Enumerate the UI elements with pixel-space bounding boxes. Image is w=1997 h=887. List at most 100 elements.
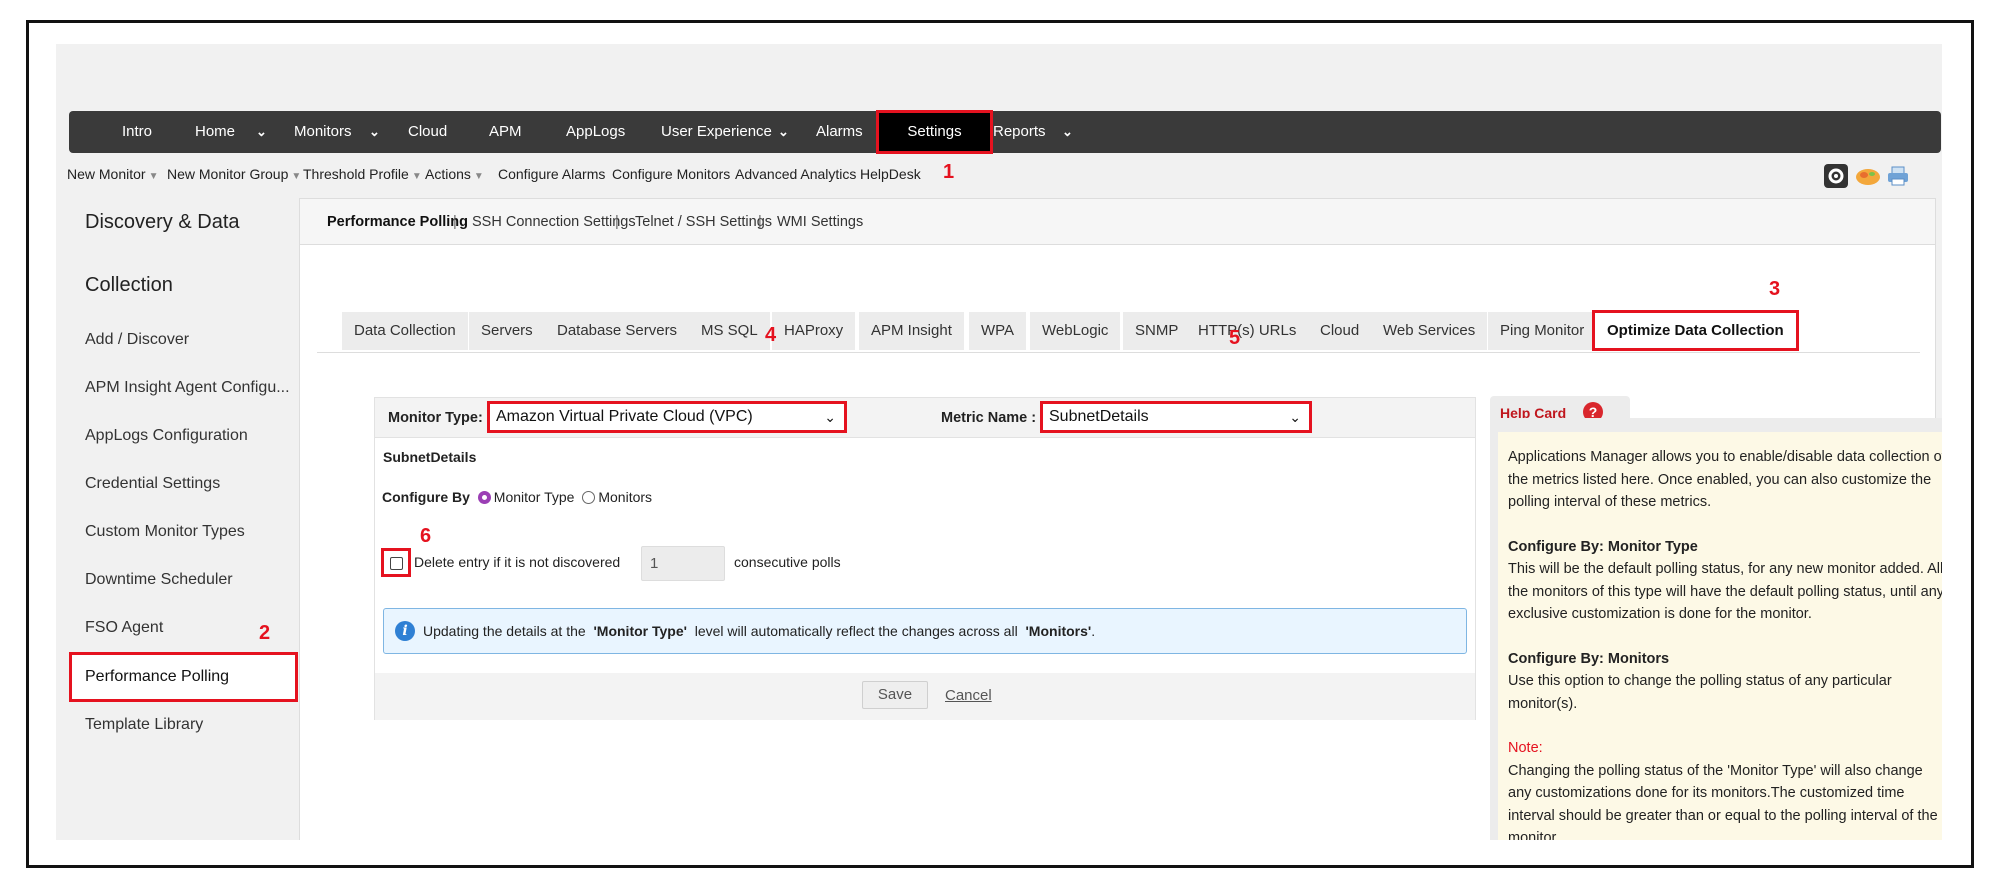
tab-ssh-connection-settings[interactable]: SSH Connection Settings	[472, 214, 636, 230]
radio-monitors-label: Monitors	[598, 489, 653, 505]
sidebar-item-downtime-scheduler[interactable]: Downtime Scheduler	[85, 571, 233, 589]
tab-haproxy[interactable]: HAProxy	[772, 312, 857, 350]
help-paragraph: Use this option to change the polling st…	[1508, 673, 1892, 712]
sidebar-item-fso-agent[interactable]: FSO Agent	[85, 619, 163, 637]
tab-web-services[interactable]: Web Services	[1371, 312, 1489, 350]
chevron-down-icon[interactable]: ⌄	[778, 111, 789, 153]
submenu-helpdesk[interactable]: HelpDesk	[860, 166, 921, 182]
annotation-number: 4	[765, 324, 777, 346]
chevron-down-icon[interactable]: ⌄	[369, 111, 380, 153]
top-navigation: Intro Home ⌄ Monitors ⌄ Cloud APM AppLog…	[69, 110, 1941, 154]
submenu-advanced-analytics[interactable]: Advanced Analytics	[735, 166, 856, 182]
radio-monitor-type[interactable]	[477, 491, 491, 504]
help-note-label: Note:	[1508, 740, 1543, 756]
app-window: Intro Home ⌄ Monitors ⌄ Cloud APM AppLog…	[56, 44, 1942, 840]
delete-entry-checkbox[interactable]	[390, 557, 403, 570]
submenu-actions[interactable]: Actions ▼	[425, 166, 484, 182]
tab-weblogic[interactable]: WebLogic	[1030, 312, 1122, 350]
nav-monitors[interactable]: Monitors	[294, 111, 352, 153]
tab-wpa[interactable]: WPA	[969, 312, 1028, 350]
nav-apm[interactable]: APM	[489, 111, 522, 153]
polls-count-input[interactable]: 1	[641, 546, 725, 581]
nav-home[interactable]: Home	[195, 111, 235, 153]
tab-cloud[interactable]: Cloud	[1308, 312, 1373, 350]
chevron-down-icon[interactable]: ⌄	[256, 111, 267, 153]
submenu-new-monitor-group[interactable]: New Monitor Group ▼	[167, 166, 301, 182]
caret-down-icon: ▼	[291, 171, 302, 182]
tab-underline	[317, 352, 1920, 353]
sidebar-item-apm-insight-agent[interactable]: APM Insight Agent Configu...	[85, 379, 290, 397]
tab-data-collection[interactable]: Data Collection	[342, 312, 469, 350]
info-icon: i	[395, 621, 415, 641]
nav-cloud[interactable]: Cloud	[408, 111, 447, 153]
configure-by-row: Configure By Monitor Type Monitors	[382, 489, 652, 505]
metric-name-value: SubnetDetails	[1049, 408, 1149, 425]
sidebar-item-template-library[interactable]: Template Library	[85, 716, 203, 734]
sidebar-item-add-discover[interactable]: Add / Discover	[85, 331, 189, 349]
submenu-label: New Monitor Group	[167, 166, 289, 182]
theme-palette-icon[interactable]	[1855, 164, 1880, 188]
button-row: Save Cancel	[375, 673, 1475, 720]
tab-separator: |	[615, 214, 619, 230]
form-header: Monitor Type: Amazon Virtual Private Clo…	[375, 398, 1475, 438]
info-text-bold: 'Monitor Type'	[593, 623, 687, 639]
info-message: i Updating the details at the 'Monitor T…	[383, 608, 1467, 654]
tab-telnet-ssh-settings[interactable]: Telnet / SSH Settings	[635, 214, 772, 230]
help-card-content: Applications Manager allows you to enabl…	[1498, 432, 1942, 840]
tab-database-servers[interactable]: Database Servers	[545, 312, 691, 350]
nav-reports[interactable]: Reports	[993, 111, 1046, 153]
info-text-part: Updating the details at the	[423, 623, 586, 639]
tab-performance-polling[interactable]: Performance Polling	[327, 214, 468, 230]
caret-down-icon: ▼	[473, 171, 484, 182]
print-icon[interactable]	[1886, 164, 1910, 188]
sidebar-heading: Discovery & Data	[85, 211, 240, 233]
info-text-part: level will automatically reflect the cha…	[694, 623, 1018, 639]
submenu-new-monitor[interactable]: New Monitor ▼	[67, 166, 159, 182]
consecutive-polls-label: consecutive polls	[734, 554, 841, 570]
delete-entry-label: Delete entry if it is not discovered	[414, 554, 621, 570]
annotation-number: 3	[1769, 278, 1781, 300]
help-intro: Applications Manager allows you to enabl…	[1508, 449, 1942, 510]
tab-ping-monitor[interactable]: Ping Monitor	[1488, 312, 1598, 350]
help-paragraph: This will be the default polling status,…	[1508, 561, 1942, 622]
configure-by-label: Configure By	[382, 489, 470, 505]
sidebar-item-credential-settings[interactable]: Credential Settings	[85, 475, 220, 493]
tab-snmp[interactable]: SNMP	[1123, 312, 1192, 350]
nav-alarms[interactable]: Alarms	[816, 111, 863, 153]
monitor-type-value: Amazon Virtual Private Cloud (VPC)	[496, 408, 753, 425]
chevron-down-icon: ⌄	[1289, 409, 1301, 425]
submenu-threshold-profile[interactable]: Threshold Profile ▼	[303, 166, 422, 182]
sidebar-item-performance-polling[interactable]: Performance Polling	[69, 652, 298, 702]
monitor-type-select[interactable]: Amazon Virtual Private Cloud (VPC) ⌄	[487, 401, 847, 433]
submenu-configure-alarms[interactable]: Configure Alarms	[498, 166, 605, 182]
submenu-configure-monitors[interactable]: Configure Monitors	[612, 166, 730, 182]
cancel-link[interactable]: Cancel	[945, 687, 992, 704]
help-card: Help Card ? Applications Manager allows …	[1490, 396, 1942, 840]
nav-intro[interactable]: Intro	[122, 111, 152, 153]
delete-entry-checkbox-frame	[381, 548, 411, 577]
radio-monitor-type-label: Monitor Type	[493, 489, 575, 505]
info-text-part: .	[1091, 623, 1096, 639]
tab-wmi-settings[interactable]: WMI Settings	[777, 214, 863, 230]
settings-gear-icon[interactable]	[1824, 164, 1848, 188]
nav-user-experience[interactable]: User Experience	[661, 111, 772, 153]
tab-servers[interactable]: Servers	[469, 312, 546, 350]
chevron-down-icon: ⌄	[824, 409, 836, 425]
metric-name-select[interactable]: SubnetDetails ⌄	[1040, 401, 1312, 433]
annotation-number: 2	[259, 622, 271, 644]
sidebar-item-applogs-configuration[interactable]: AppLogs Configuration	[85, 427, 248, 445]
info-text-bold: 'Monitors'	[1025, 623, 1092, 639]
tab-https-urls[interactable]: HTTP(s) URLs	[1186, 312, 1310, 350]
nav-applogs[interactable]: AppLogs	[566, 111, 625, 153]
tab-ms-sql[interactable]: MS SQL	[689, 312, 771, 350]
sidebar-item-custom-monitor-types[interactable]: Custom Monitor Types	[85, 523, 245, 541]
tab-apm-insight[interactable]: APM Insight	[859, 312, 965, 350]
help-note: Changing the polling status of the 'Moni…	[1508, 762, 1938, 841]
tab-optimize-data-collection[interactable]: Optimize Data Collection	[1592, 310, 1799, 351]
metric-name-label: Metric Name :	[941, 410, 1037, 426]
chevron-down-icon[interactable]: ⌄	[1062, 111, 1073, 153]
help-heading: Configure By: Monitors	[1508, 650, 1670, 667]
radio-monitors[interactable]	[582, 491, 596, 504]
save-button[interactable]: Save	[862, 681, 928, 709]
nav-settings[interactable]: Settings	[876, 110, 993, 154]
